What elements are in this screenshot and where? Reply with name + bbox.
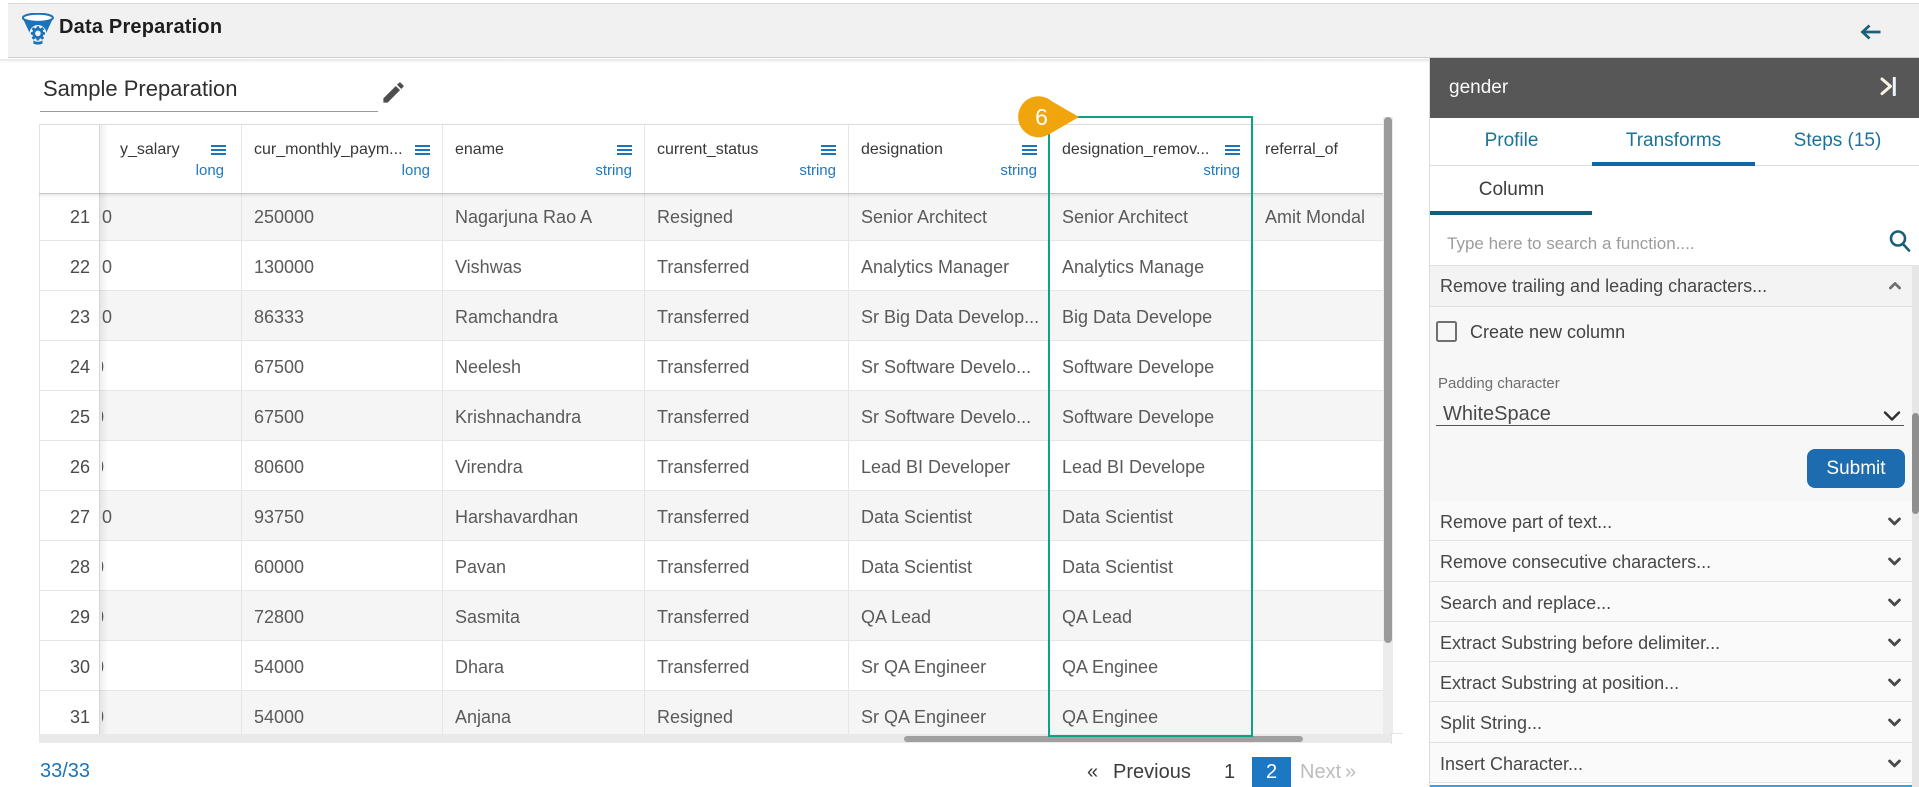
svg-text:6: 6 [1035,104,1048,130]
